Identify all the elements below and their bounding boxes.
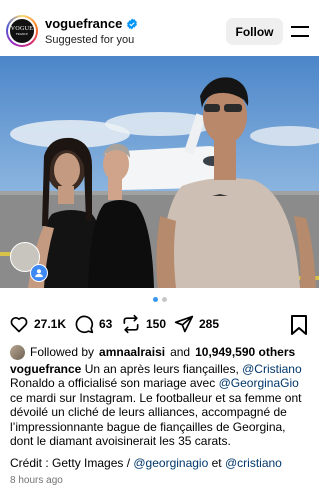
others-count[interactable]: 10,949,590 others	[195, 345, 295, 359]
credit-mention-cristiano[interactable]: @cristiano	[225, 456, 282, 470]
verified-badge-icon	[127, 18, 138, 29]
suggested-label: Suggested for you	[45, 34, 135, 46]
user-silhouette-icon	[35, 269, 43, 278]
photo-illustration	[0, 56, 319, 288]
send-icon[interactable]	[174, 314, 194, 334]
post-caption: voguefrance Un an après leurs fiançaille…	[10, 362, 312, 448]
shares-count: 285	[199, 317, 220, 331]
username-label[interactable]: voguefrance	[45, 16, 122, 31]
heart-icon[interactable]	[9, 314, 29, 334]
follower-avatar[interactable]	[10, 344, 25, 360]
likes-summary: Followed by amnaalraisi and 10,949,590 o…	[10, 344, 295, 360]
comment-action[interactable]: 63	[74, 314, 112, 334]
likes-count: 27.1K	[34, 317, 67, 331]
post-timestamp: 8 hours ago	[10, 475, 63, 486]
comment-icon[interactable]	[74, 314, 94, 334]
mention-georginagio[interactable]: @GeorginaGio	[219, 376, 299, 390]
reposts-count: 150	[146, 317, 167, 331]
profile-avatar[interactable]: VOGUE FRANCE	[6, 15, 38, 47]
credit-mention-georginagio[interactable]: @georginagio	[133, 456, 208, 470]
carousel-dot	[152, 297, 158, 302]
repost-icon[interactable]	[121, 314, 141, 334]
follower-username[interactable]: amnaalraisi	[99, 345, 165, 359]
and-label: and	[170, 345, 191, 359]
menu-icon[interactable]	[291, 26, 309, 38]
avatar-image: VOGUE FRANCE	[8, 17, 36, 45]
user-tag-icon[interactable]	[30, 264, 48, 282]
photo-credit: Crédit : Getty Images / @georginagio et …	[10, 456, 282, 470]
comments-count: 63	[99, 317, 113, 331]
share-action[interactable]: 285	[174, 314, 219, 334]
post-author[interactable]: voguefrance	[45, 16, 138, 31]
mention-cristiano[interactable]: @Cristiano	[242, 362, 302, 376]
credit-and: et	[208, 456, 225, 470]
caption-text-3: ce mardi sur Instagram. Le footballeur e…	[10, 390, 302, 449]
avatar-logo-subtext: FRANCE	[16, 32, 28, 36]
carousel-dot	[161, 297, 167, 302]
bookmark-icon[interactable]	[290, 315, 308, 335]
caption-username[interactable]: voguefrance	[10, 362, 81, 376]
post-header: VOGUE FRANCE voguefrance Suggested for y…	[0, 0, 319, 56]
followed-by-label: Followed by	[30, 345, 95, 359]
post-photo[interactable]	[0, 56, 319, 288]
repost-action[interactable]: 150	[121, 314, 166, 334]
caption-text-2: Ronaldo a officialisé son mariage avec	[10, 376, 219, 391]
action-bar: 27.1K 63 150 285	[0, 312, 319, 338]
like-action[interactable]: 27.1K	[9, 314, 66, 334]
caption-text-1: Un an après leurs fiançailles,	[81, 362, 243, 376]
credit-prefix: Crédit : Getty Images /	[10, 456, 134, 470]
carousel-indicator	[0, 297, 319, 303]
follow-button[interactable]: Follow	[226, 18, 283, 45]
